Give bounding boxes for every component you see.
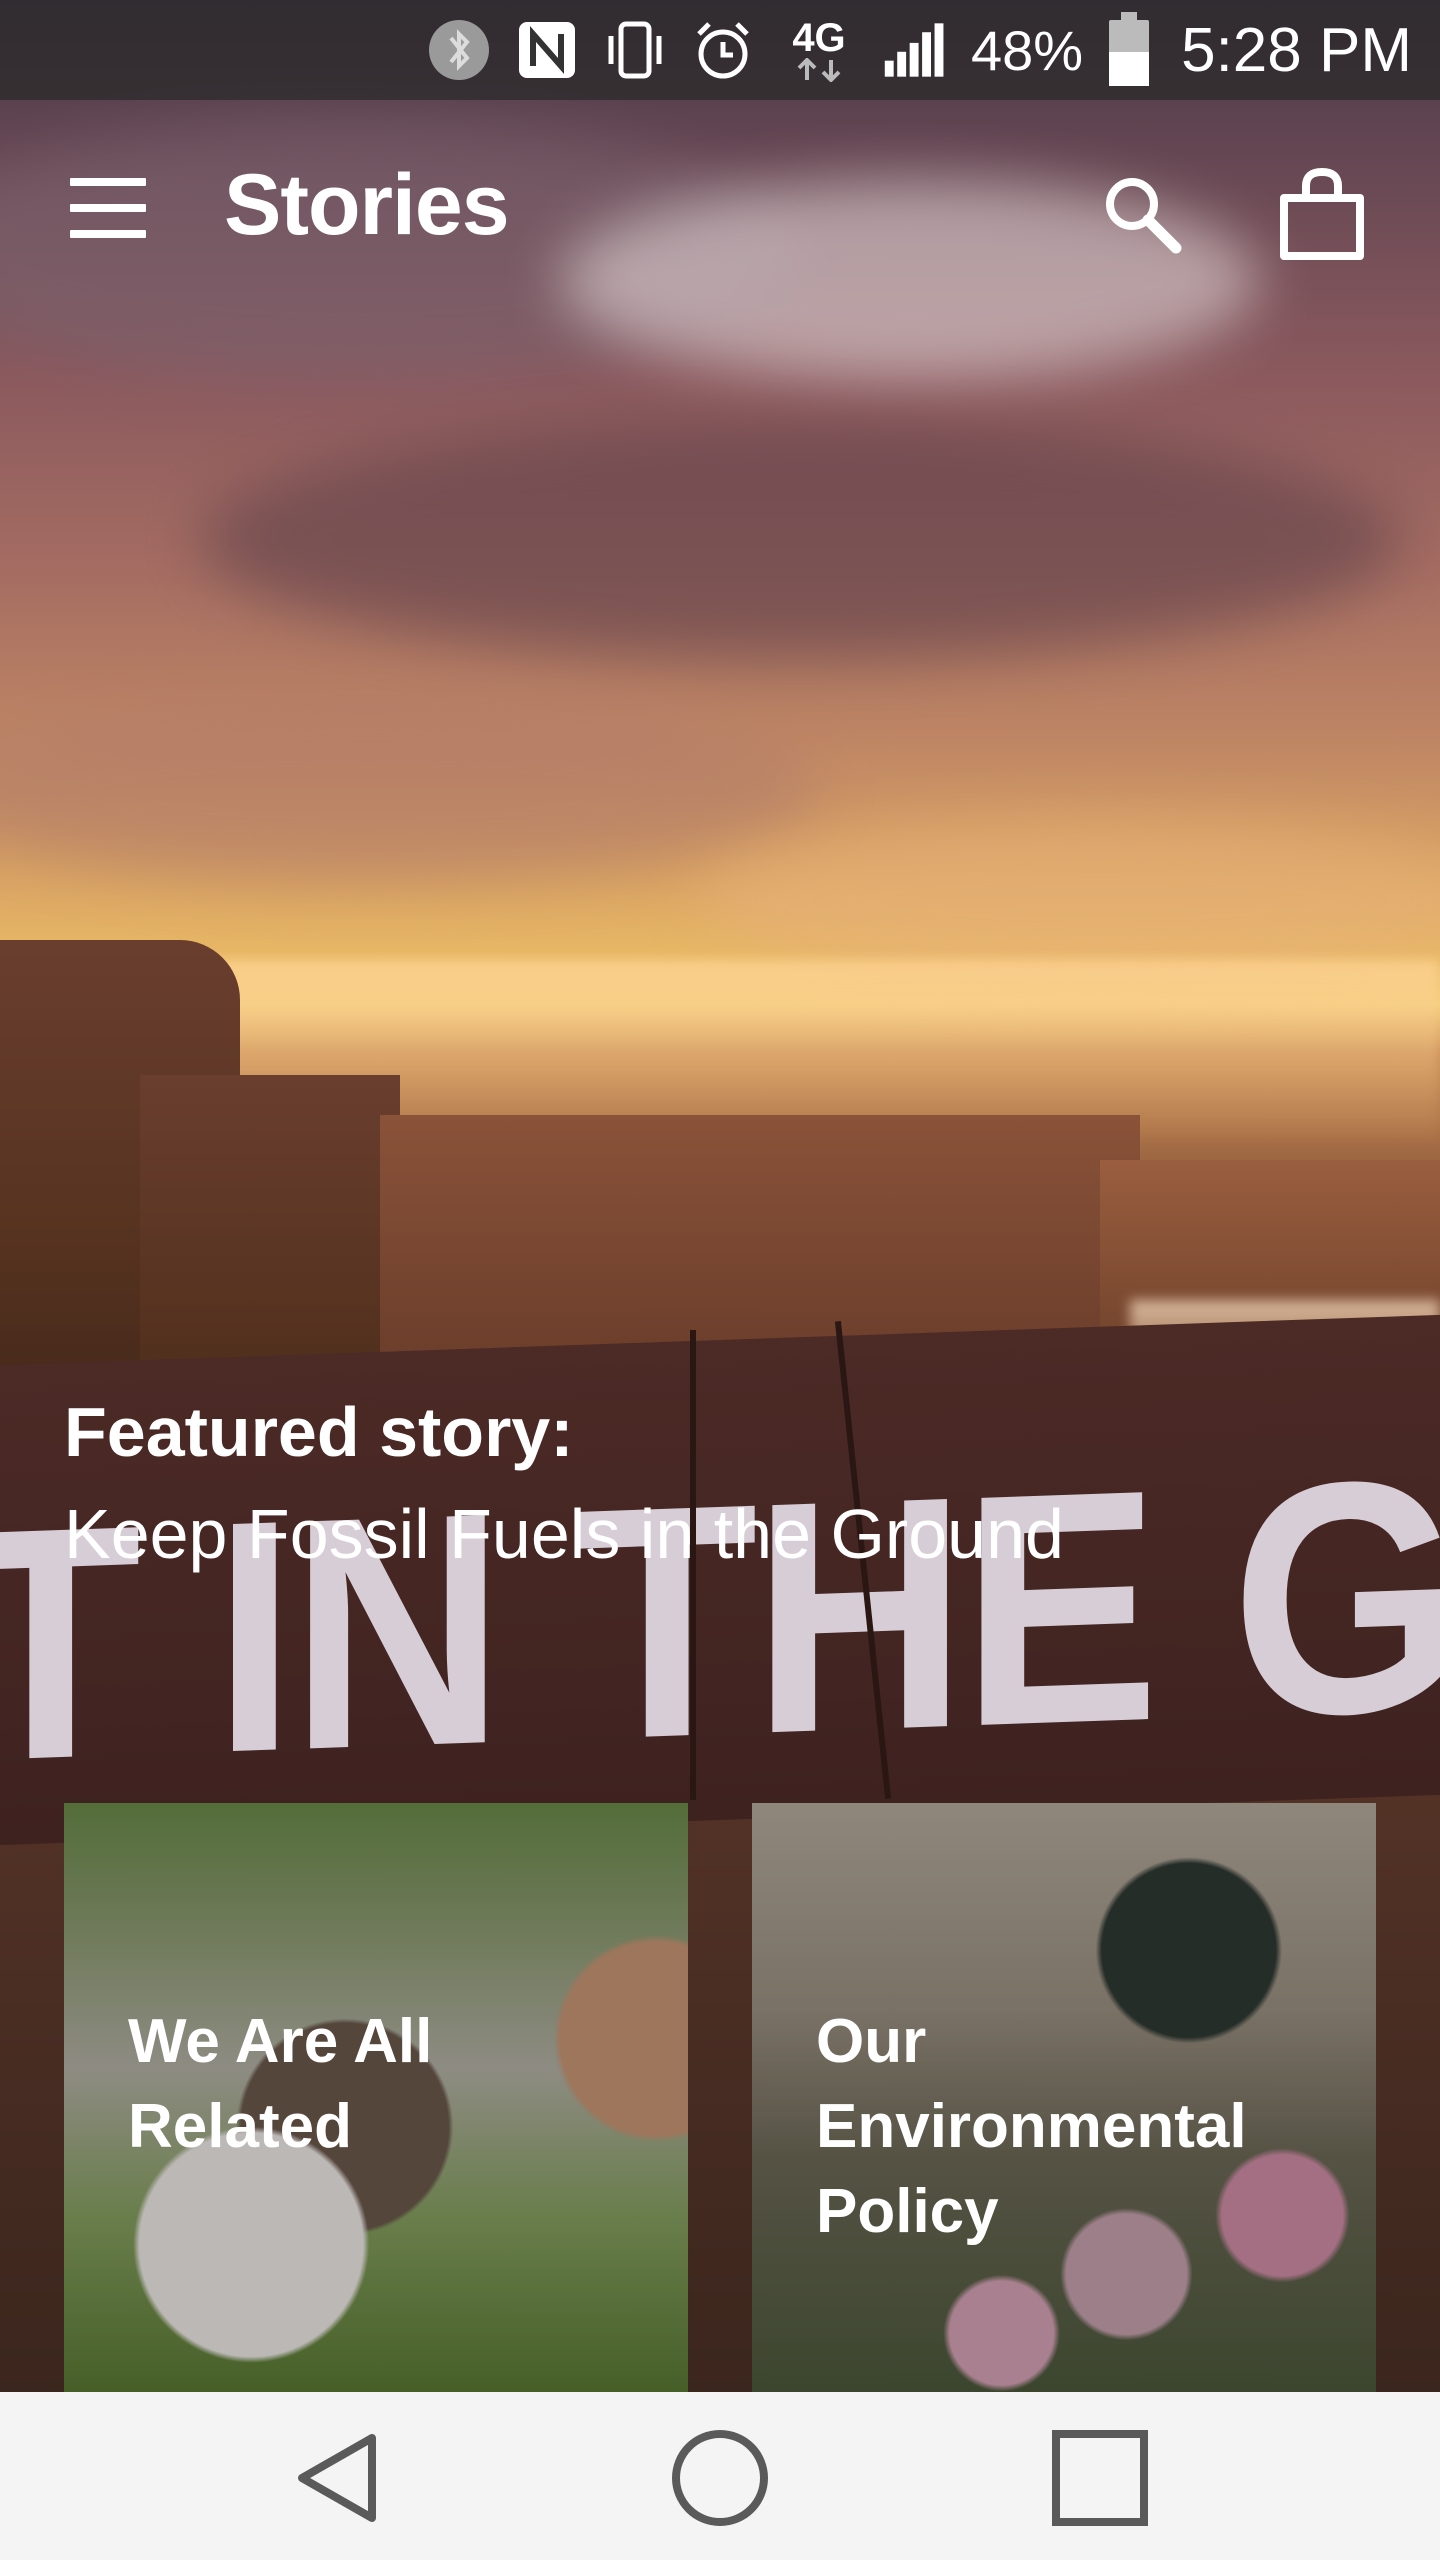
nfc-icon — [515, 18, 579, 82]
menu-line — [70, 178, 146, 186]
cloud-shape — [700, 820, 1440, 980]
bluetooth-icon — [427, 18, 491, 82]
home-circle-icon[interactable] — [670, 2428, 770, 2528]
menu-line — [70, 230, 146, 238]
alarm-icon — [691, 18, 755, 82]
hamburger-menu-icon[interactable] — [62, 172, 154, 244]
signal-icon — [883, 18, 947, 82]
battery-icon — [1107, 12, 1151, 86]
battery-percent: 48% — [971, 18, 1084, 82]
vibrate-icon — [603, 18, 667, 82]
system-navigation-bar — [0, 2392, 1440, 2560]
story-card-environmental-policy[interactable]: Our Environmental Policy — [752, 1803, 1376, 2392]
featured-story-label: Featured story: — [64, 1393, 574, 1471]
page-title: Stories — [224, 157, 510, 253]
story-card-title: Our Environmental Policy — [816, 2007, 1247, 2246]
story-card-we-are-all-related[interactable]: We Are All Related — [64, 1803, 688, 2392]
story-card-title: We Are All Related — [128, 2007, 433, 2161]
network-type-label: 4G — [792, 16, 846, 60]
status-bar: 4G 48% 5:28 PM — [0, 0, 1440, 100]
recents-square-icon[interactable] — [1050, 2428, 1150, 2528]
app-bar: Stories — [0, 100, 1440, 330]
menu-line — [70, 204, 146, 212]
cloud-shape — [200, 420, 1400, 660]
shopping-bag-icon[interactable] — [1272, 164, 1372, 264]
clock: 5:28 PM — [1181, 15, 1412, 85]
back-triangle-icon[interactable] — [290, 2428, 390, 2528]
lte-icon: 4G — [779, 18, 859, 82]
featured-story-title[interactable]: Keep Fossil Fuels in the Ground — [64, 1494, 1064, 1574]
cloud-shape — [0, 700, 820, 880]
search-icon[interactable] — [1100, 172, 1184, 256]
